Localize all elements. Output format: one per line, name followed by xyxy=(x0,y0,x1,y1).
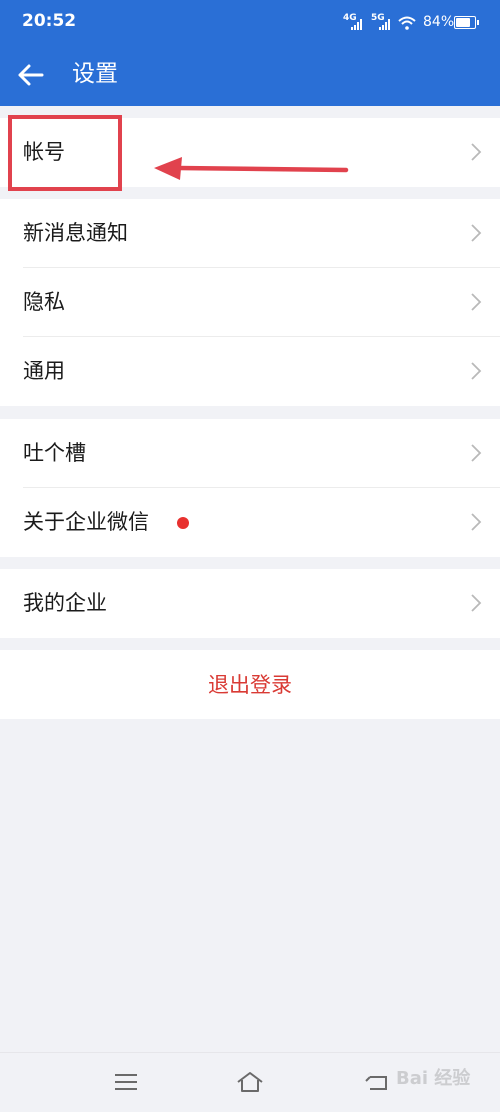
settings-group-general: 新消息通知 隐私 通用 xyxy=(0,199,500,406)
logout-button[interactable]: 退出登录 xyxy=(0,650,500,719)
arrow-left-icon[interactable] xyxy=(14,58,48,92)
red-dot-badge xyxy=(177,517,189,529)
settings-item-label: 吐个槽 xyxy=(23,441,86,465)
settings-group-enterprise: 我的企业 xyxy=(0,569,500,638)
chevron-right-icon xyxy=(471,444,482,462)
header-bar: 设置 xyxy=(0,44,500,106)
menu-icon[interactable] xyxy=(111,1069,141,1095)
home-icon[interactable] xyxy=(235,1069,265,1095)
settings-item-label: 隐私 xyxy=(23,290,65,314)
settings-item-notifications[interactable]: 新消息通知 xyxy=(0,199,500,268)
annotation-highlight-box xyxy=(8,115,122,191)
settings-item-general[interactable]: 通用 xyxy=(0,337,500,406)
settings-item-label: 通用 xyxy=(23,359,65,383)
wifi-icon xyxy=(398,16,416,30)
settings-item-privacy[interactable]: 隐私 xyxy=(0,268,500,337)
signal-bars-icon xyxy=(351,18,365,30)
settings-item-about[interactable]: 关于企业微信 xyxy=(0,488,500,557)
settings-item-feedback[interactable]: 吐个槽 xyxy=(0,419,500,488)
status-time: 20:52 xyxy=(22,11,77,31)
settings-item-label: 新消息通知 xyxy=(23,221,128,245)
back-icon[interactable] xyxy=(362,1069,392,1095)
chevron-right-icon xyxy=(471,224,482,242)
chevron-right-icon xyxy=(471,594,482,612)
settings-item-my-enterprise[interactable]: 我的企业 xyxy=(0,569,500,638)
chevron-right-icon xyxy=(471,513,482,531)
signal-bars-icon xyxy=(379,18,393,30)
chevron-right-icon xyxy=(471,362,482,380)
settings-group-about: 吐个槽 关于企业微信 xyxy=(0,419,500,557)
settings-item-label: 我的企业 xyxy=(23,591,107,615)
watermark-text: Bai 经验 xyxy=(396,1068,471,1089)
annotation-arrow-icon xyxy=(154,157,349,180)
battery-percent: 84% xyxy=(423,14,455,30)
page-title: 设置 xyxy=(72,61,118,87)
chevron-right-icon xyxy=(471,293,482,311)
status-bar: 20:52 4G 5G 84% xyxy=(0,0,500,44)
settings-item-label: 关于企业微信 xyxy=(23,510,149,534)
logout-label: 退出登录 xyxy=(208,673,292,697)
battery-icon xyxy=(454,16,479,29)
chevron-right-icon xyxy=(471,143,482,161)
